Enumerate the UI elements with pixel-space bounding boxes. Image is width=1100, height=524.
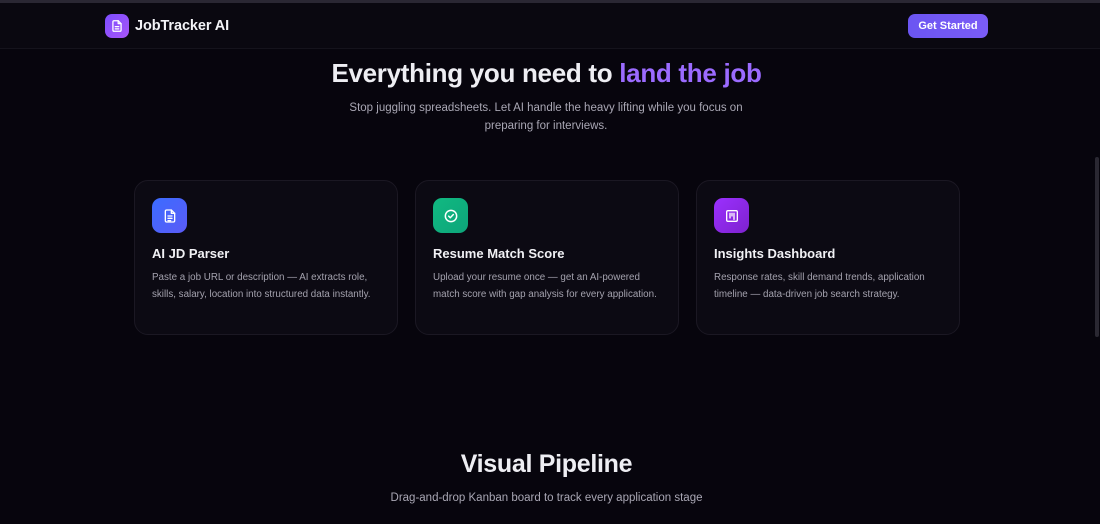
brand-name: JobTracker AI	[135, 18, 230, 34]
feature-description: Upload your resume once — get an AI-powe…	[433, 272, 657, 300]
brand[interactable]: JobTracker AI	[105, 14, 229, 38]
pipeline-subtitle: Drag-and-drop Kanban board to track ever…	[390, 492, 703, 504]
check-circle-icon	[433, 198, 468, 233]
document-icon	[105, 14, 129, 38]
feature-card-insights: Insights Dashboard Response rates, skill…	[696, 180, 960, 335]
hero-title-accent: land the job	[619, 58, 762, 88]
hero-title-start: Everything you need to	[331, 58, 620, 88]
feature-title: AI JD Parser	[152, 246, 230, 261]
feature-description: Response rates, skill demand trends, app…	[714, 272, 925, 300]
scrollbar[interactable]	[1095, 157, 1099, 337]
chart-icon	[714, 198, 749, 233]
document-icon	[152, 198, 187, 233]
hero-subtitle: Stop juggling spreadsheets. Let AI handl…	[349, 102, 743, 132]
feature-card-resume-match: Resume Match Score Upload your resume on…	[415, 180, 679, 335]
feature-card-jd-parser: AI JD Parser Paste a job URL or descript…	[134, 180, 398, 335]
feature-title: Resume Match Score	[433, 246, 565, 261]
feature-description: Paste a job URL or description — AI extr…	[152, 272, 371, 300]
hero-title: Everything you need to land the job	[0, 58, 1093, 89]
feature-title: Insights Dashboard	[714, 246, 836, 261]
navbar: JobTracker AI Get Started	[0, 3, 1100, 49]
get-started-button[interactable]: Get Started	[908, 14, 988, 38]
pipeline-title: Visual Pipeline	[460, 450, 633, 478]
